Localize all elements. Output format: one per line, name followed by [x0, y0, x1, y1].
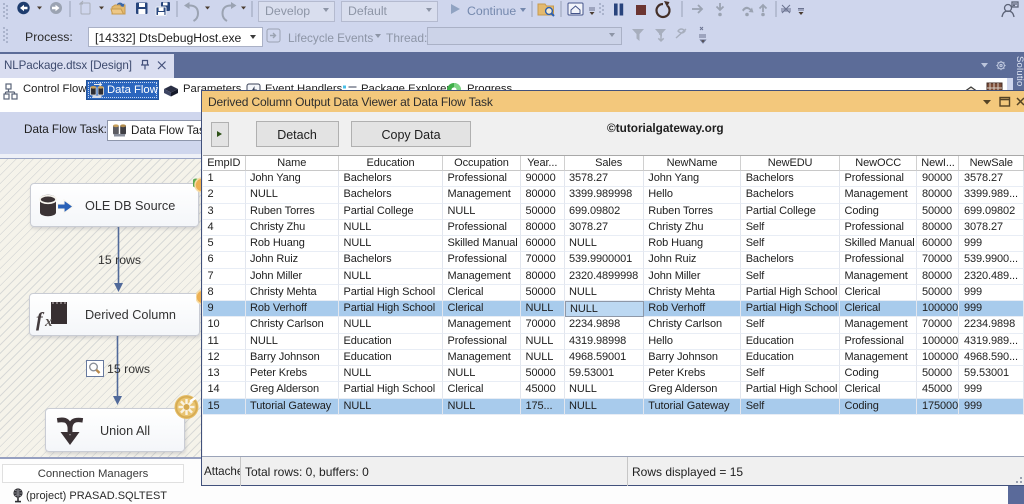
svg-text:f: f	[36, 309, 45, 331]
svg-text:x: x	[44, 314, 53, 330]
